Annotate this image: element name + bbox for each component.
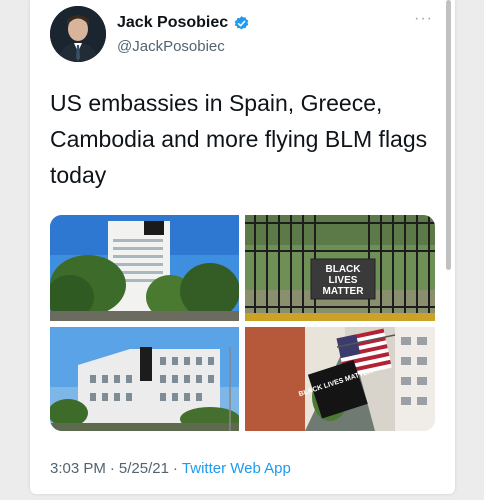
banner-line-1: BLACK — [326, 264, 362, 275]
display-name[interactable]: Jack Posobiec — [117, 14, 228, 32]
avatar[interactable] — [50, 6, 106, 62]
tweet-source-link[interactable]: Twitter Web App — [182, 460, 291, 477]
media-photo-3[interactable] — [50, 327, 239, 431]
avatar-image — [50, 6, 106, 62]
media-photo-4[interactable]: BLACK LIVES MATTER — [245, 327, 435, 431]
tweet-card: Jack Posobiec @JackPosobiec ··· US embas… — [30, 0, 455, 494]
tweet-meta: 3:03 PM · 5/25/21 · Twitter Web App — [50, 460, 291, 477]
meta-separator: · — [172, 460, 178, 477]
media-photo-2[interactable]: BLACK LIVES MATTER — [245, 215, 435, 321]
meta-separator: · — [109, 460, 115, 477]
user-handle[interactable]: @JackPosobiec — [117, 38, 225, 55]
tweet-time[interactable]: 3:03 PM — [50, 460, 106, 477]
banner-line-3: MATTER — [323, 286, 365, 297]
tweet-date[interactable]: 5/25/21 — [119, 460, 169, 477]
tweet-text: US embassies in Spain, Greece, Cambodia … — [50, 90, 428, 188]
media-grid: BLACK LIVES MATTER BLACK LIVES MATTER — [50, 215, 435, 431]
verified-badge-icon — [234, 15, 249, 29]
scrollbar[interactable] — [446, 0, 451, 270]
more-options-icon[interactable]: ··· — [414, 10, 433, 28]
media-photo-1[interactable] — [50, 215, 239, 321]
banner-line-2: LIVES — [329, 275, 358, 286]
